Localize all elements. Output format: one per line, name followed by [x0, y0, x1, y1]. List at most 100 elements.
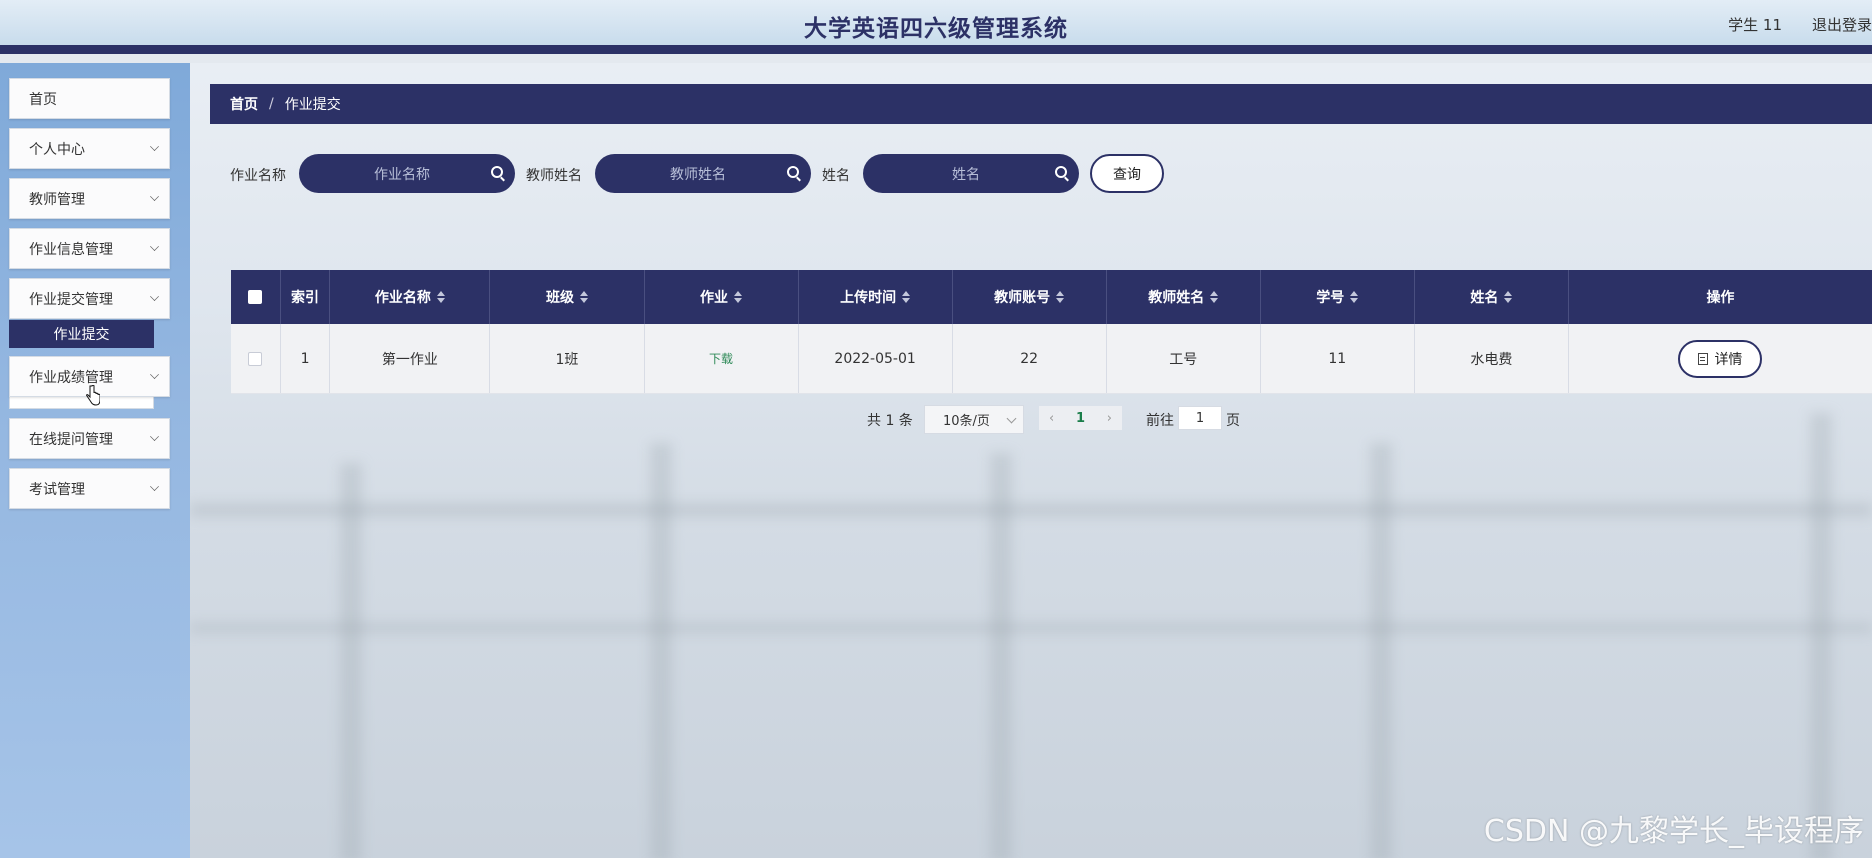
- sidebar-item-home[interactable]: 首页: [9, 78, 170, 119]
- hand-cursor-icon: [86, 385, 100, 406]
- breadcrumb-home[interactable]: 首页: [230, 94, 258, 114]
- teacher-name-label: 教师姓名: [526, 168, 582, 184]
- sort-icon[interactable]: [734, 291, 743, 303]
- background-decoration: [190, 623, 1872, 633]
- breadcrumb: 首页 / 作业提交: [210, 84, 1872, 124]
- chevron-down-icon: [150, 242, 159, 251]
- cell-upload-time: 2022-05-01: [799, 324, 953, 393]
- chevron-down-icon: [150, 432, 159, 441]
- sort-icon[interactable]: [1504, 291, 1513, 303]
- cell-homework: 下载: [645, 324, 799, 393]
- watermark: CSDN @九黎学长_毕设程序: [1483, 814, 1864, 849]
- cell-class: 1班: [490, 324, 645, 393]
- homework-name-search-input[interactable]: 作业名称: [299, 154, 515, 193]
- download-link[interactable]: 下载: [709, 350, 733, 367]
- column-header-student-id[interactable]: 学号: [1261, 270, 1415, 324]
- search-icon: [787, 166, 799, 178]
- select-all-cell: [231, 270, 281, 324]
- search-placeholder: 姓名: [952, 166, 980, 183]
- sidebar-item-personal-center[interactable]: 个人中心: [9, 128, 170, 169]
- cell-homework-name: 第一作业: [330, 324, 491, 393]
- name-label: 姓名: [822, 168, 850, 184]
- sort-icon[interactable]: [436, 291, 445, 303]
- row-checkbox[interactable]: [248, 351, 263, 366]
- sort-icon[interactable]: [1350, 291, 1359, 303]
- page-suffix-label: 页: [1226, 413, 1240, 429]
- top-header: 大学英语四六级管理系统 学生 11 退出登录: [0, 0, 1872, 54]
- sort-icon[interactable]: [1056, 291, 1065, 303]
- sidebar-item-label: 在线提问管理: [29, 431, 113, 448]
- chevron-down-icon: [1006, 413, 1017, 424]
- column-header-upload-time[interactable]: 上传时间: [799, 270, 953, 324]
- sidebar-item-label: 教师管理: [29, 191, 85, 208]
- chevron-down-icon: [150, 192, 159, 201]
- column-header-label: 姓名: [1470, 290, 1499, 306]
- detail-button[interactable]: 详情: [1678, 339, 1763, 378]
- sidebar-item-label: 考试管理: [29, 481, 85, 498]
- current-user-label: 学生 11: [1728, 16, 1782, 34]
- cell-index: 1: [281, 324, 331, 393]
- column-header-homework-name[interactable]: 作业名称: [330, 270, 491, 324]
- sidebar-item-homework-info-management[interactable]: 作业信息管理: [9, 228, 170, 269]
- column-header-class[interactable]: 班级: [490, 270, 645, 324]
- sidebar-item-label: 作业信息管理: [29, 241, 113, 258]
- column-header-label: 班级: [545, 290, 574, 306]
- search-placeholder: 教师姓名: [670, 166, 726, 183]
- teacher-name-search-input[interactable]: 教师姓名: [595, 154, 811, 193]
- sidebar-item-homework-submit-management[interactable]: 作业提交管理: [9, 278, 170, 319]
- column-header-label: 操作: [1706, 290, 1735, 306]
- cell-teacher-account: 22: [953, 324, 1107, 393]
- search-placeholder: 作业名称: [374, 166, 430, 183]
- cell-actions: 详情: [1569, 324, 1872, 393]
- sidebar-item-teacher-management[interactable]: 教师管理: [9, 178, 170, 219]
- detail-button-label: 详情: [1714, 351, 1743, 368]
- page-size-select[interactable]: 10条/页: [924, 405, 1024, 434]
- chevron-down-icon: [150, 370, 159, 379]
- query-button[interactable]: 查询: [1090, 154, 1164, 193]
- sort-icon[interactable]: [902, 291, 911, 303]
- sort-icon[interactable]: [579, 291, 588, 303]
- column-header-actions: 操作: [1569, 270, 1872, 324]
- chevron-down-icon: [150, 142, 159, 151]
- homework-name-label: 作业名称: [230, 168, 286, 184]
- chevron-down-icon: [150, 482, 159, 491]
- homework-submission-table: 索引 作业名称 班级 作业 上传时间 教师账号 教师姓名 学号 姓名 操作 1 …: [231, 270, 1872, 394]
- sidebar-subitem-homework-submit[interactable]: 作业提交: [9, 320, 154, 348]
- column-header-index: 索引: [281, 270, 331, 324]
- column-header-label: 作业: [700, 290, 729, 306]
- column-header-teacher-account[interactable]: 教师账号: [953, 270, 1107, 324]
- table-header: 索引 作业名称 班级 作业 上传时间 教师账号 教师姓名 学号 姓名 操作: [231, 270, 1872, 324]
- sidebar-item-exam-management[interactable]: 考试管理: [9, 468, 170, 509]
- cell-teacher-name: 工号: [1107, 324, 1261, 393]
- sidebar-item-label: 作业提交管理: [29, 291, 113, 308]
- select-all-checkbox[interactable]: [248, 290, 263, 304]
- next-page-button[interactable]: ›: [1107, 411, 1112, 426]
- cell-student-id: 11: [1261, 324, 1415, 393]
- column-header-label: 索引: [291, 290, 320, 306]
- sidebar-item-online-question-management[interactable]: 在线提问管理: [9, 418, 170, 459]
- goto-page-input[interactable]: 1: [1178, 406, 1222, 430]
- background-decoration: [190, 503, 1872, 517]
- column-header-name[interactable]: 姓名: [1415, 270, 1569, 324]
- sidebar-item-label: 首页: [29, 91, 57, 108]
- sidebar-item-label: 作业成绩管理: [29, 369, 113, 386]
- prev-page-button[interactable]: ‹: [1049, 411, 1054, 426]
- column-header-label: 教师账号: [994, 290, 1051, 306]
- column-header-label: 学号: [1316, 290, 1345, 306]
- cell-name: 水电费: [1415, 324, 1569, 393]
- search-icon: [491, 166, 503, 178]
- chevron-down-icon: [150, 292, 159, 301]
- name-search-input[interactable]: 姓名: [863, 154, 1079, 193]
- sort-icon[interactable]: [1210, 291, 1219, 303]
- sidebar-item-label: 个人中心: [29, 141, 85, 158]
- logout-link[interactable]: 退出登录: [1812, 14, 1872, 35]
- background-decoration: [340, 463, 362, 858]
- column-header-label: 教师姓名: [1148, 290, 1205, 306]
- column-header-homework[interactable]: 作业: [645, 270, 799, 324]
- page-navigator: ‹ 1 ›: [1039, 406, 1122, 430]
- page-number-current[interactable]: 1: [1076, 411, 1085, 426]
- column-header-teacher-name[interactable]: 教师姓名: [1107, 270, 1261, 324]
- search-icon: [1055, 166, 1067, 178]
- document-icon: [1698, 352, 1709, 365]
- column-header-label: 上传时间: [840, 290, 897, 306]
